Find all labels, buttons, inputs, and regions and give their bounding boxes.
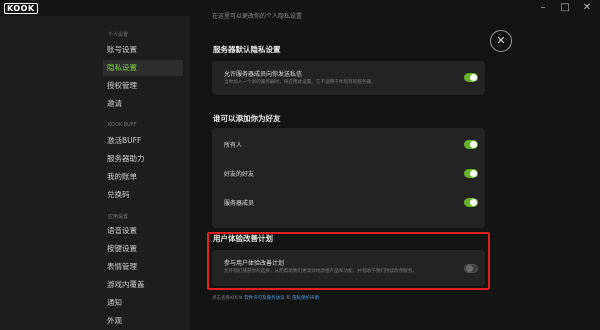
friend-row-everyone: 所有人 <box>212 128 485 158</box>
friend-server-members-label: 服务器成员 <box>224 200 255 207</box>
sidebar-item-emoji[interactable]: 表情管理 <box>103 259 183 275</box>
section-label-personal: 个人设置 <box>108 32 129 38</box>
sidebar-item-voice[interactable]: 语音设置 <box>103 223 183 239</box>
friend-fof-toggle[interactable] <box>464 169 478 178</box>
section-label-app: 应用设置 <box>108 214 129 220</box>
friend-request-heading: 谁可以添加你为好友 <box>213 114 281 123</box>
minimize-button[interactable]: – <box>536 1 550 15</box>
page-subtitle: 在这里可以更改你的个人隐私设置 <box>212 13 303 20</box>
close-icon: ✕ <box>496 34 506 47</box>
sidebar-item-privacy[interactable]: 隐私设置 <box>103 60 183 76</box>
footer-separator: 和 <box>286 296 291 301</box>
maximize-button[interactable]: □ <box>558 1 572 15</box>
sidebar-item-billing[interactable]: 我的账单 <box>103 169 183 185</box>
friend-row-friends-of-friends: 好友的好友 <box>212 157 485 187</box>
allow-dm-toggle[interactable] <box>464 73 478 82</box>
friend-request-card: 所有人 好友的好友 服务器成员 <box>212 128 485 228</box>
close-window-button[interactable]: ✕ <box>580 1 594 15</box>
sidebar-item-activate-buff[interactable]: 激活BUFF <box>103 133 183 149</box>
friend-row-server-members: 服务器成员 <box>212 186 485 216</box>
server-privacy-card: 允许服务器成员向你发送私信 当你加入一个新的服务器时，将应用此设置。它不适用于你… <box>212 61 485 95</box>
server-privacy-heading: 服务器默认隐私设置 <box>213 45 281 54</box>
sidebar-item-redeem-code[interactable]: 兑换码 <box>103 187 183 203</box>
friend-everyone-toggle[interactable] <box>464 140 478 149</box>
allow-dm-label: 允许服务器成员向你发送私信 <box>224 71 303 78</box>
highlight-box <box>207 232 490 290</box>
sidebar-item-keybinds[interactable]: 按键设置 <box>103 241 183 257</box>
license-agreement-link[interactable]: 软件许可及服务协议 <box>244 296 285 301</box>
friend-everyone-label: 所有人 <box>224 142 243 149</box>
sidebar-item-invite[interactable]: 邀请 <box>103 96 183 112</box>
privacy-policy-link[interactable]: 隐私保护声明 <box>292 296 319 301</box>
sidebar-item-appearance[interactable]: 外观 <box>103 313 183 329</box>
friend-server-members-toggle[interactable] <box>464 198 478 207</box>
sidebar-item-server-boost[interactable]: 服务器助力 <box>103 151 183 167</box>
friend-fof-label: 好友的好友 <box>224 171 255 178</box>
footer-prefix: 点击查看KOOK <box>212 296 243 301</box>
close-settings-button[interactable]: ✕ <box>490 30 512 52</box>
settings-sidebar: 个人设置 账号设置 隐私设置 授权管理 邀请 KOOK BUFF 激活BUFF … <box>0 16 190 330</box>
allow-dm-description: 当你加入一个新的服务器时，将应用此设置。它不适用于你现有的服务器。 <box>224 80 376 85</box>
sidebar-item-account[interactable]: 账号设置 <box>103 42 183 58</box>
legal-footer: 点击查看KOOK 软件许可及服务协议 和 隐私保护声明 <box>212 295 319 301</box>
sidebar-item-notifications[interactable]: 通知 <box>103 295 183 311</box>
section-label-buff: KOOK BUFF <box>108 122 137 128</box>
sidebar-item-authorization[interactable]: 授权管理 <box>103 78 183 94</box>
app-logo: KOOK <box>4 3 38 14</box>
sidebar-item-overlay[interactable]: 游戏内覆盖 <box>103 277 183 293</box>
